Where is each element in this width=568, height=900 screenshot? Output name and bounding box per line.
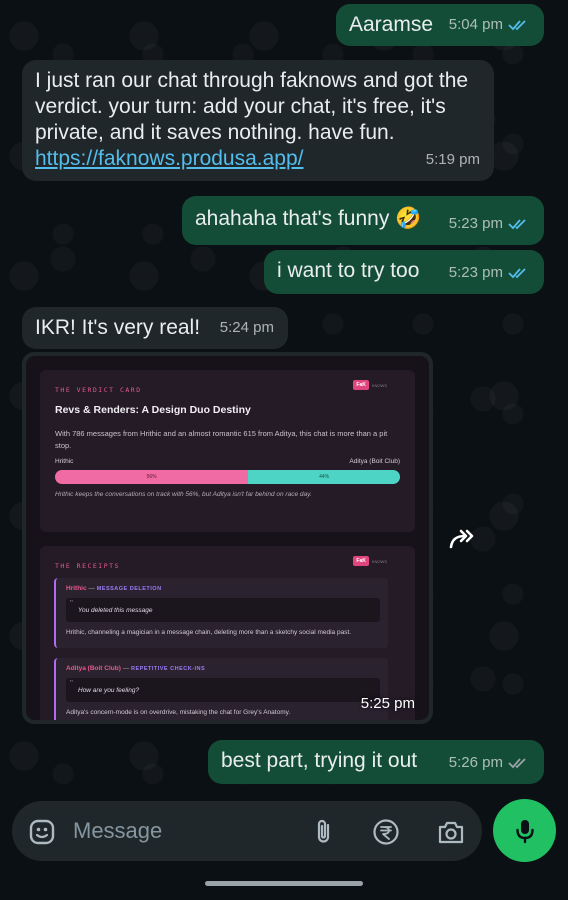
message-bubble-incoming[interactable]: I just ran our chat through faknows and … xyxy=(22,60,494,181)
message-text: ahahaha that's funny 🤣 xyxy=(195,207,422,230)
message-time: 5:24 pm xyxy=(219,319,274,336)
voice-message-button[interactable] xyxy=(493,799,556,862)
message-bubble-outgoing[interactable]: best part, trying it out 5:26 pm xyxy=(208,740,544,784)
receipt-name: Aditya (Boit Club) xyxy=(66,665,121,672)
forward-button[interactable] xyxy=(443,520,483,560)
bar-labels: Hrithic Aditya (Boit Club) xyxy=(55,458,400,465)
bar-segment-right: 44% xyxy=(248,470,400,484)
double-check-icon xyxy=(508,268,526,279)
message-text: IKR! It's very real! xyxy=(35,316,201,339)
message-input[interactable] xyxy=(73,818,293,844)
card-description: With 786 messages from Hrithic and an al… xyxy=(55,429,388,450)
message-time: 5:19 pm xyxy=(425,151,480,168)
card-title: Revs & Renders: A Design Duo Destiny xyxy=(55,404,251,416)
message-text: I just ran our chat through faknows and … xyxy=(35,69,469,144)
left-name: Hrithic xyxy=(55,458,74,465)
forward-icon xyxy=(449,529,474,549)
receipt-comment: Hrithic, channeling a magician in a mess… xyxy=(66,629,352,636)
message-time: 5:04 pm xyxy=(448,16,503,33)
right-name: Aditya (Boit Club) xyxy=(349,458,400,465)
faknows-logo: FaK KNOWS xyxy=(353,380,387,390)
double-check-icon xyxy=(508,758,526,769)
quote-mark-icon: " xyxy=(70,599,73,608)
home-indicator[interactable] xyxy=(205,881,363,886)
verdict-card: THE VERDICT CARD FaK KNOWS Revs & Render… xyxy=(40,370,415,532)
receipt-tag: MESSAGE DELETION xyxy=(96,586,162,592)
message-time: 5:25 pm xyxy=(360,695,415,712)
card-header: THE RECEIPTS xyxy=(55,562,120,570)
receipt-quote: " You deleted this message xyxy=(66,598,380,622)
message-text: best part, trying it out xyxy=(221,749,418,772)
receipt-name: Hrithic xyxy=(66,585,87,592)
quote-mark-icon: " xyxy=(70,679,73,688)
double-check-icon xyxy=(508,219,526,230)
message-time: 5:23 pm xyxy=(448,264,503,281)
paperclip-icon[interactable] xyxy=(312,818,336,846)
bar-segment-left: 56% xyxy=(55,470,249,484)
message-link[interactable]: https://faknows.produsa.app/ xyxy=(35,147,304,170)
receipt-item: Hrithic — MESSAGE DELETION " You deleted… xyxy=(54,578,388,648)
message-bubble-incoming[interactable]: IKR! It's very real! 5:24 pm xyxy=(22,307,288,349)
message-bubble-outgoing[interactable]: Aaramse 5:04 pm xyxy=(336,4,544,46)
card-note: Hrithic keeps the conversations on track… xyxy=(55,491,312,498)
chat-area[interactable]: Aaramse 5:04 pm I just ran our chat thro… xyxy=(0,0,568,800)
emoji-icon[interactable] xyxy=(28,818,56,846)
mic-icon xyxy=(515,819,534,843)
double-check-icon xyxy=(508,20,526,31)
receipt-item: Aditya (Boit Club) — REPETITIVE CHECK-IN… xyxy=(54,658,388,720)
message-text: i want to try too xyxy=(277,259,420,282)
faknows-logo: FaK KNOWS xyxy=(353,556,387,566)
receipt-comment: Aditya's concern-mode is on overdrive, m… xyxy=(66,709,291,716)
image-message[interactable]: THE VERDICT CARD FaK KNOWS Revs & Render… xyxy=(22,352,433,724)
receipt-tag: REPETITIVE CHECK-INS xyxy=(131,666,206,672)
message-text: Aaramse xyxy=(349,13,434,36)
message-share-bar: 56% 44% xyxy=(55,470,400,484)
receipt-quote: " How are you feeling? xyxy=(66,678,380,702)
receipts-card: THE RECEIPTS FaK KNOWS Hrithic — MESSAGE… xyxy=(40,546,415,720)
rupee-icon[interactable] xyxy=(372,818,400,846)
message-input-bar xyxy=(12,801,482,861)
camera-icon[interactable] xyxy=(436,818,466,846)
message-time: 5:26 pm xyxy=(448,754,503,771)
message-bubble-outgoing[interactable]: i want to try too 5:23 pm xyxy=(264,250,544,294)
shared-image[interactable]: THE VERDICT CARD FaK KNOWS Revs & Render… xyxy=(26,356,429,720)
card-header: THE VERDICT CARD xyxy=(55,386,142,394)
message-time: 5:23 pm xyxy=(448,215,503,232)
message-bubble-outgoing[interactable]: ahahaha that's funny 🤣 5:23 pm xyxy=(182,196,544,245)
